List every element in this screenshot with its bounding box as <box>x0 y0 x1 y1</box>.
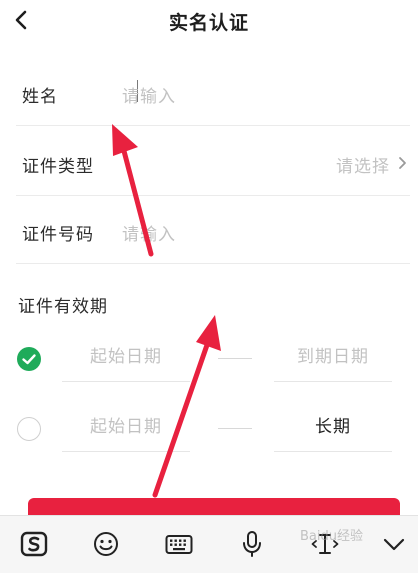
watermark: Baidu经验 <box>300 529 363 544</box>
id-number-label: 证件号码 <box>22 225 94 245</box>
long-term-value[interactable]: 长期 <box>274 406 392 452</box>
id-type-label: 证件类型 <box>22 157 94 177</box>
radio-unchecked[interactable] <box>17 417 41 441</box>
chevron-down-icon[interactable] <box>378 528 410 560</box>
chevron-right-icon[interactable] <box>398 156 408 170</box>
page-title: 实名认证 <box>168 12 249 34</box>
validity-option-long[interactable]: 起始日期 长期 <box>0 406 418 452</box>
id-type-select[interactable]: 请选择 <box>336 152 390 177</box>
end-date-field[interactable]: 到期日期 <box>274 336 392 382</box>
check-icon <box>22 354 36 365</box>
keyboard-icon[interactable] <box>163 528 195 560</box>
id-type-row[interactable]: 证件类型 请选择 <box>16 128 410 196</box>
name-row[interactable]: 姓名 请输入 <box>16 58 410 126</box>
keyboard-toolbar: Baidu经验 <box>0 515 418 573</box>
range-separator <box>218 428 252 429</box>
start-date-field[interactable]: 起始日期 <box>62 406 190 452</box>
validity-title: 证件有效期 <box>18 297 108 317</box>
id-number-input[interactable]: 请输入 <box>122 220 176 245</box>
emoji-icon[interactable] <box>90 528 122 560</box>
validity-option-range[interactable]: 起始日期 到期日期 <box>0 336 418 382</box>
microphone-icon[interactable] <box>236 528 268 560</box>
id-number-row[interactable]: 证件号码 请输入 <box>16 196 410 264</box>
name-input[interactable]: 请输入 <box>122 82 176 107</box>
name-label: 姓名 <box>22 87 58 107</box>
radio-checked[interactable] <box>17 347 41 371</box>
range-separator <box>218 358 252 359</box>
start-date-field[interactable]: 起始日期 <box>62 336 190 382</box>
header-bar: 实名认证 <box>0 0 418 44</box>
sogou-logo-icon[interactable] <box>18 528 50 560</box>
